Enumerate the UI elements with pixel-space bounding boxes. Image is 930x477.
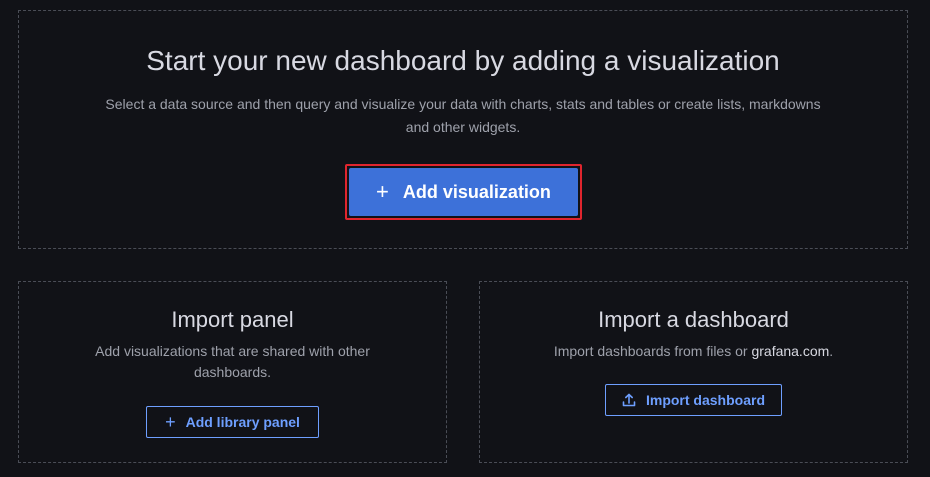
import-panel-title: Import panel bbox=[171, 307, 294, 332]
add-visualization-button[interactable]: + Add visualization bbox=[349, 168, 578, 216]
add-visualization-label: Add visualization bbox=[402, 181, 551, 202]
import-dashboard-label: Import dashboard bbox=[645, 392, 765, 408]
plus-icon: + bbox=[376, 179, 389, 204]
hero-description: Select a data source and then query and … bbox=[105, 96, 821, 135]
import-panel-description: Add visualizations that are shared with … bbox=[95, 343, 370, 380]
import-dashboard-button[interactable]: Import dashboard bbox=[605, 384, 782, 416]
import-panel-card: Import panel Add visualizations that are… bbox=[18, 281, 447, 463]
add-library-panel-label: Add library panel bbox=[185, 414, 300, 430]
import-dashboard-description: Import dashboards from files or grafana.… bbox=[520, 341, 867, 362]
upload-icon bbox=[622, 393, 636, 407]
add-library-panel-button[interactable]: + Add library panel bbox=[146, 406, 319, 438]
import-dashboard-description-end: . bbox=[829, 343, 834, 359]
import-dashboard-card: Import a dashboard Import dashboards fro… bbox=[479, 281, 908, 463]
hero-title: Start your new dashboard by adding a vis… bbox=[146, 45, 780, 76]
empty-dashboard-hero: Start your new dashboard by adding a vis… bbox=[18, 10, 908, 249]
plus-icon: + bbox=[165, 412, 176, 432]
grafana-com-link[interactable]: grafana.com bbox=[751, 343, 829, 359]
import-dashboard-description-text: Import dashboards from files or bbox=[553, 343, 752, 359]
import-dashboard-title: Import a dashboard bbox=[598, 307, 789, 332]
